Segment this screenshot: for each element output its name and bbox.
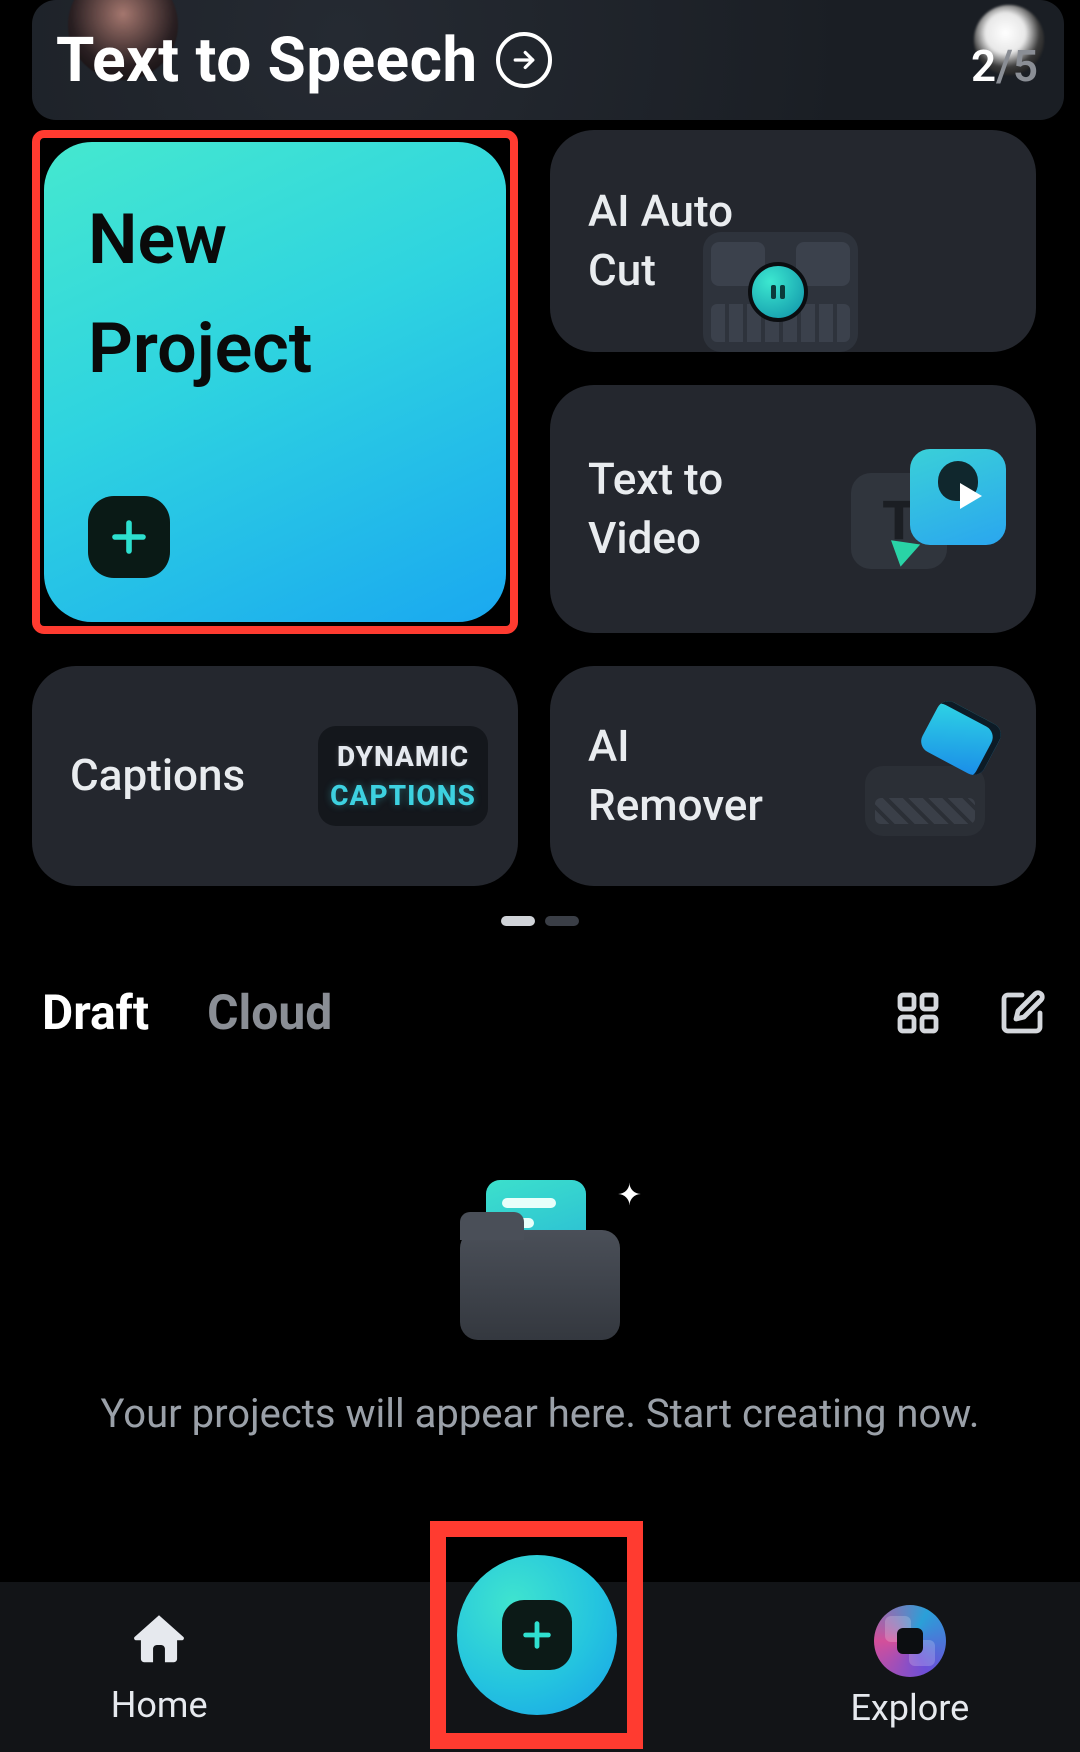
page-dot-1[interactable] <box>501 916 535 926</box>
tab-cloud[interactable]: Cloud <box>207 984 332 1041</box>
nav-explore-label: Explore <box>850 1687 969 1729</box>
captions-label: Captions <box>70 746 245 805</box>
new-project-label: New Project <box>88 186 462 403</box>
page-indicator[interactable] <box>0 916 1080 926</box>
ai-auto-cut-tile[interactable]: AI Auto Cut <box>550 130 1036 352</box>
nav-home-label: Home <box>111 1684 208 1726</box>
create-fab[interactable] <box>457 1555 617 1715</box>
new-project-tile[interactable]: New Project <box>44 142 506 622</box>
arrow-right-circle-icon <box>496 32 552 88</box>
banner-title: Text to Speech <box>56 24 478 97</box>
nav-home[interactable]: Home <box>111 1608 208 1726</box>
plus-icon <box>502 1600 572 1670</box>
empty-state-text: Your projects will appear here. Start cr… <box>101 1390 980 1437</box>
grid-view-icon[interactable] <box>892 987 944 1039</box>
text-to-video-icon: T <box>851 449 1006 569</box>
plus-icon <box>88 496 170 578</box>
text-to-video-tile[interactable]: Text to Video T <box>550 385 1036 633</box>
text-to-video-label: Text to Video <box>588 450 723 569</box>
banner-progress: 2/5 <box>971 40 1038 92</box>
ai-auto-cut-icon <box>703 232 858 352</box>
edit-icon[interactable] <box>996 987 1048 1039</box>
empty-folder-icon: ✦ <box>460 1180 620 1330</box>
ai-remover-label: AI Remover <box>588 717 763 836</box>
home-icon <box>128 1608 190 1674</box>
tab-draft[interactable]: Draft <box>42 984 149 1041</box>
nav-explore[interactable]: Explore <box>850 1605 969 1729</box>
tts-banner[interactable]: Text to Speech 2/5 <box>32 0 1064 120</box>
ai-remover-icon <box>851 716 1006 836</box>
page-dot-2[interactable] <box>545 916 579 926</box>
captions-tile[interactable]: Captions DYNAMIC CAPTIONS <box>32 666 518 886</box>
ai-remover-tile[interactable]: AI Remover <box>550 666 1036 886</box>
captions-icon: DYNAMIC CAPTIONS <box>318 726 488 826</box>
explore-icon <box>874 1605 946 1677</box>
